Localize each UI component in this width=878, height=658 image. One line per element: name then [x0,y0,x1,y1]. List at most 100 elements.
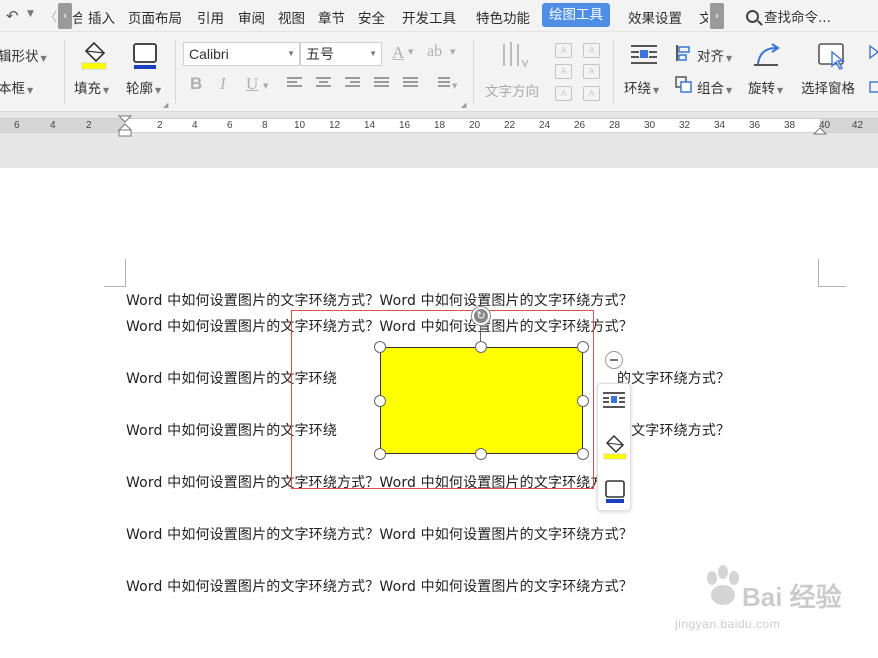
tab-view[interactable]: 视图 [278,7,305,27]
right-indent-marker-icon[interactable] [812,122,828,136]
tab-drawing-tools[interactable]: 绘图工具 [542,3,610,27]
rotate-icon[interactable] [752,40,784,70]
outline-icon[interactable] [131,42,159,70]
document-paragraph[interactable]: Word 中如何设置图片的文字环绕方式？Word 中如何设置图片的文字环绕方式？ [126,524,633,544]
rotate-button[interactable]: 旋转 ▼ [748,77,783,97]
fill-button[interactable]: 填充 ▼ [74,77,109,97]
text-align-top-icon[interactable]: A [555,43,572,58]
underline-icon[interactable]: U [246,74,258,94]
tab-page-layout[interactable]: 页面布局 [128,7,182,27]
ribbon-separator [175,40,176,104]
document-paragraph[interactable]: Word 中如何设置图片的文字环绕方式？Word 中如何设置图片的文字环绕方式？ [126,576,633,596]
align-right-icon[interactable] [345,77,360,90]
indent-marker-icon[interactable] [117,112,133,138]
ruler-label: 12 [329,120,341,131]
ruler-label: 20 [469,120,481,131]
text-wrap-box-icon[interactable]: A [583,86,600,101]
text-align-bottom-icon[interactable]: A [555,64,572,79]
text-direction-icon[interactable] [500,40,528,70]
text-fit-icon[interactable]: A [555,86,572,101]
group-button[interactable]: 组合 ▼ [697,77,732,97]
edit-shape-label: 辑形状 [0,49,39,65]
tab-scroll-right-button[interactable]: › [710,3,724,29]
tab-insert[interactable]: 插入 [88,7,115,27]
font-color-icon[interactable]: A [392,43,404,63]
fill-bucket-icon[interactable] [78,38,110,70]
more-tools-icon[interactable] [866,44,878,104]
bold-icon[interactable]: B [190,74,202,94]
outline-button[interactable]: 轮廓 ▼ [126,77,161,97]
font-size-select[interactable]: 五号 ▼ [300,42,382,66]
wrap-button[interactable]: 环绕 ▼ [624,77,659,97]
chevron-down-icon[interactable]: ▼ [263,82,268,90]
page-corner-mark [104,259,126,287]
ruler-label: 26 [574,120,586,131]
dialog-launcher-icon[interactable]: ◢ [163,101,168,109]
tab-special-features[interactable]: 特色功能 [476,7,530,27]
resize-handle-bottom-left[interactable] [374,448,386,460]
chevron-down-icon[interactable]: ▼ [408,48,413,56]
text-wrap-icon[interactable] [629,42,659,70]
document-paragraph[interactable]: Word 中如何设置图片的文字环绕方式？Word 中如何设置图片的文字环绕方式？ [126,290,633,310]
undo-dropdown-icon[interactable]: ▼ [27,9,34,19]
resize-handle-top-right[interactable] [577,341,589,353]
justify-icon[interactable] [374,77,389,90]
text-direction-button[interactable]: 文字方向 [485,80,539,100]
highlight-icon[interactable]: ab [427,43,442,61]
text-box-button[interactable]: 本框 ▼ [0,77,33,97]
ruler-label: 6 [14,120,20,131]
rotate-handle-icon[interactable]: ↻ [472,307,490,325]
tab-scroll-left-button[interactable]: ‹ [58,3,72,29]
chevron-down-icon[interactable]: ▼ [450,48,455,56]
text-wrap-icon[interactable] [602,390,626,412]
resize-handle-bottom[interactable] [475,448,487,460]
command-search[interactable]: 查找命令... [746,6,831,26]
tab-review[interactable]: 审阅 [238,7,265,27]
document-text-right: 的文字环绕方式？ [617,371,731,387]
resize-handle-left[interactable] [374,395,386,407]
edit-shape-button[interactable]: 辑形状 ▼ [0,45,47,65]
tab-clipped-right[interactable]: 文 [699,7,708,27]
fill-label: 填充 [74,81,101,97]
undo-icon[interactable]: ↶ [6,7,19,25]
resize-handle-bottom-right[interactable] [577,448,589,460]
resize-handle-right[interactable] [577,395,589,407]
command-search-label: 查找命令... [764,10,831,26]
ruler-label: 42 [852,120,864,131]
italic-icon[interactable]: I [220,74,226,94]
shape-quick-toolbar [597,383,631,511]
selection-pane-button[interactable]: 选择窗格 [801,77,855,97]
tab-developer-tools[interactable]: 开发工具 [402,7,456,27]
align-objects-icon[interactable] [675,44,693,62]
collapse-quick-toolbar-icon[interactable] [605,351,623,369]
ruler-label: 18 [434,120,446,131]
tab-references[interactable]: 引用 [197,7,224,27]
selection-pane-icon[interactable] [817,42,847,70]
tab-clipped-left[interactable]: 合 [72,7,82,27]
yellow-rectangle-shape[interactable] [380,347,583,454]
font-name-select[interactable]: Calibri ▼ [183,42,300,66]
align-button[interactable]: 对齐 ▼ [697,45,732,65]
line-spacing-icon[interactable] [435,77,450,90]
tab-security[interactable]: 安全 [358,7,385,27]
group-icon[interactable] [675,76,693,94]
resize-handle-top-left[interactable] [374,341,386,353]
ruler-label: 22 [504,120,516,131]
ribbon-separator [473,40,474,104]
fill-bucket-icon[interactable] [602,432,628,460]
distribute-icon[interactable] [403,77,418,90]
chevron-down-icon[interactable]: ▼ [452,82,457,90]
text-align-left-icon[interactable]: A [583,64,600,79]
canvas-gutter [0,138,878,168]
tab-effect-settings[interactable]: 效果设置 [628,7,682,27]
outline-icon[interactable] [603,479,627,505]
align-center-icon[interactable] [316,77,331,90]
text-align-middle-icon[interactable]: A [583,43,600,58]
resize-handle-top[interactable] [475,341,487,353]
tab-sections[interactable]: 章节 [318,7,345,27]
align-left-icon[interactable] [287,77,302,90]
ruler-label: 14 [364,120,376,131]
ruler-label: 16 [399,120,411,131]
dialog-launcher-icon[interactable]: ◢ [461,101,466,109]
horizontal-ruler[interactable]: 6 4 2 2 4 6 8 10 12 14 16 18 20 22 24 26… [0,112,878,138]
